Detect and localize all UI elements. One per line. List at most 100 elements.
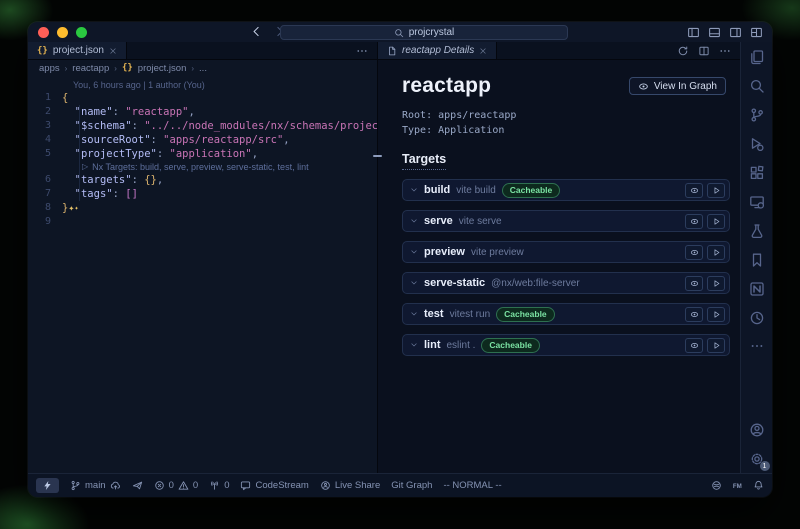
- status-prettier[interactable]: [711, 480, 722, 491]
- status-vim-mode[interactable]: -- NORMAL --: [443, 480, 501, 491]
- sash-handle[interactable]: [373, 155, 382, 157]
- eye-icon: [690, 217, 699, 226]
- command-center-search[interactable]: projcrystal: [280, 25, 568, 40]
- customize-layout-icon[interactable]: [750, 26, 763, 39]
- live-share-icon: [320, 480, 331, 491]
- code-editor[interactable]: You, 6 hours ago | 1 author (You)1{2 "na…: [28, 76, 377, 473]
- status-format-toggle[interactable]: FM: [732, 480, 743, 491]
- status-publish-status[interactable]: [132, 480, 143, 491]
- send-icon: [132, 480, 143, 491]
- breadcrumb-apps[interactable]: apps: [39, 63, 60, 74]
- project-type-line: Type: Application: [402, 123, 730, 138]
- status-git-branch-status[interactable]: main: [70, 480, 121, 491]
- view-in-graph-button[interactable]: View In Graph: [629, 77, 726, 95]
- run-target-button[interactable]: [707, 338, 725, 353]
- activity-extensions[interactable]: [749, 165, 765, 181]
- view-target-button[interactable]: [685, 214, 703, 229]
- code-line-6[interactable]: 6 "targets": {},: [28, 173, 377, 187]
- code-line-8[interactable]: 8}✦✦: [28, 201, 377, 215]
- split-editor-icon[interactable]: [698, 45, 710, 57]
- tab-project-json[interactable]: {} project.json: [28, 42, 127, 59]
- target-name: serve: [424, 215, 453, 227]
- cacheable-badge: Cacheable: [481, 338, 540, 353]
- activity-bookmarks[interactable]: [749, 252, 765, 268]
- breadcrumb-symbol[interactable]: ...: [199, 63, 207, 74]
- activity-more[interactable]: [750, 339, 764, 353]
- left-tabbar: {} project.json: [28, 42, 377, 60]
- target-card-serve[interactable]: servevite serve: [402, 210, 730, 232]
- activity-run-debug[interactable]: [749, 136, 765, 152]
- more-actions-icon[interactable]: [719, 45, 731, 57]
- git-branch-icon: [70, 480, 81, 491]
- activity-history[interactable]: [749, 310, 765, 326]
- view-target-button[interactable]: [685, 307, 703, 322]
- titlebar-layout-actions: [687, 26, 763, 39]
- view-target-button[interactable]: [685, 245, 703, 260]
- eye-icon: [690, 310, 699, 319]
- close-tab-icon[interactable]: [109, 47, 117, 55]
- status-git-graph[interactable]: Git Graph: [391, 480, 432, 491]
- run-target-button[interactable]: [707, 276, 725, 291]
- target-command: eslint .: [447, 340, 476, 351]
- activity-source-control[interactable]: [749, 107, 765, 123]
- activity-testing[interactable]: [749, 223, 765, 239]
- target-command: vitest run: [450, 309, 491, 320]
- run-target-button[interactable]: [707, 245, 725, 260]
- fm-icon: FM: [732, 480, 743, 491]
- git-blame-codelens[interactable]: You, 6 hours ago | 1 author (You): [28, 79, 377, 91]
- go-back-button[interactable]: [250, 25, 263, 38]
- target-card-preview[interactable]: previewvite preview: [402, 241, 730, 263]
- code-line-4[interactable]: 4 "sourceRoot": "apps/reactapp/src",: [28, 133, 377, 147]
- status-notifications[interactable]: [753, 480, 764, 491]
- code-line-7[interactable]: 7 "tags": []: [28, 187, 377, 201]
- run-target-button[interactable]: [707, 214, 725, 229]
- activity-remote-explorer[interactable]: [749, 194, 765, 210]
- chevron-down-icon: [410, 217, 418, 225]
- view-target-button[interactable]: [685, 183, 703, 198]
- breadcrumb-project-json[interactable]: project.json: [138, 63, 187, 74]
- status-codestream[interactable]: CodeStream: [240, 480, 308, 491]
- run-target-button[interactable]: [707, 307, 725, 322]
- activity-nx-console[interactable]: [749, 281, 765, 297]
- breadcrumb-reactapp[interactable]: reactapp: [72, 63, 109, 74]
- chevron-down-icon: [410, 310, 418, 318]
- code-line-1[interactable]: 1{: [28, 91, 377, 105]
- tab-label: reactapp Details: [402, 45, 474, 56]
- code-line-2[interactable]: 2 "name": "reactapp",: [28, 105, 377, 119]
- status-live-share[interactable]: Live Share: [320, 480, 380, 491]
- close-tab-icon[interactable]: [479, 47, 487, 55]
- traffic-lights: [38, 27, 87, 38]
- target-card-build[interactable]: buildvite buildCacheable: [402, 179, 730, 201]
- activity-search[interactable]: [749, 78, 765, 94]
- toggle-panel-icon[interactable]: [708, 26, 721, 39]
- target-card-lint[interactable]: linteslint .Cacheable: [402, 334, 730, 356]
- activity-settings-gear[interactable]: 1: [749, 451, 765, 467]
- view-target-button[interactable]: [685, 338, 703, 353]
- toggle-primary-sidebar-icon[interactable]: [687, 26, 700, 39]
- code-line-5[interactable]: 5 "projectType": "application",: [28, 147, 377, 161]
- more-actions-icon[interactable]: [356, 45, 368, 57]
- command-center-text: projcrystal: [409, 27, 455, 38]
- zoom-window-button[interactable]: [76, 27, 87, 38]
- target-card-serve-static[interactable]: serve-static@nx/web:file-server: [402, 272, 730, 294]
- view-target-button[interactable]: [685, 276, 703, 291]
- status-problems[interactable]: 00: [154, 480, 199, 491]
- status-text: -- NORMAL --: [443, 480, 501, 491]
- minimize-window-button[interactable]: [57, 27, 68, 38]
- cacheable-badge: Cacheable: [496, 307, 555, 322]
- status-remote-indicator[interactable]: [36, 478, 59, 493]
- activity-account[interactable]: [749, 422, 765, 438]
- activity-files[interactable]: [749, 49, 765, 65]
- code-line-3[interactable]: 3 "$schema": "../../node_modules/nx/sche…: [28, 119, 377, 133]
- json-file-icon: {}: [37, 46, 48, 56]
- refresh-icon[interactable]: [677, 45, 689, 57]
- target-card-test[interactable]: testvitest runCacheable: [402, 303, 730, 325]
- status-ports[interactable]: 0: [209, 480, 229, 491]
- run-target-button[interactable]: [707, 183, 725, 198]
- nx-targets-codelens[interactable]: ▷Nx Targets: build, serve, preview, serv…: [28, 161, 377, 173]
- toggle-secondary-sidebar-icon[interactable]: [729, 26, 742, 39]
- code-line-9[interactable]: 9: [28, 215, 377, 229]
- play-icon: [712, 279, 721, 288]
- close-window-button[interactable]: [38, 27, 49, 38]
- tab-reactapp-details[interactable]: reactapp Details: [378, 42, 497, 59]
